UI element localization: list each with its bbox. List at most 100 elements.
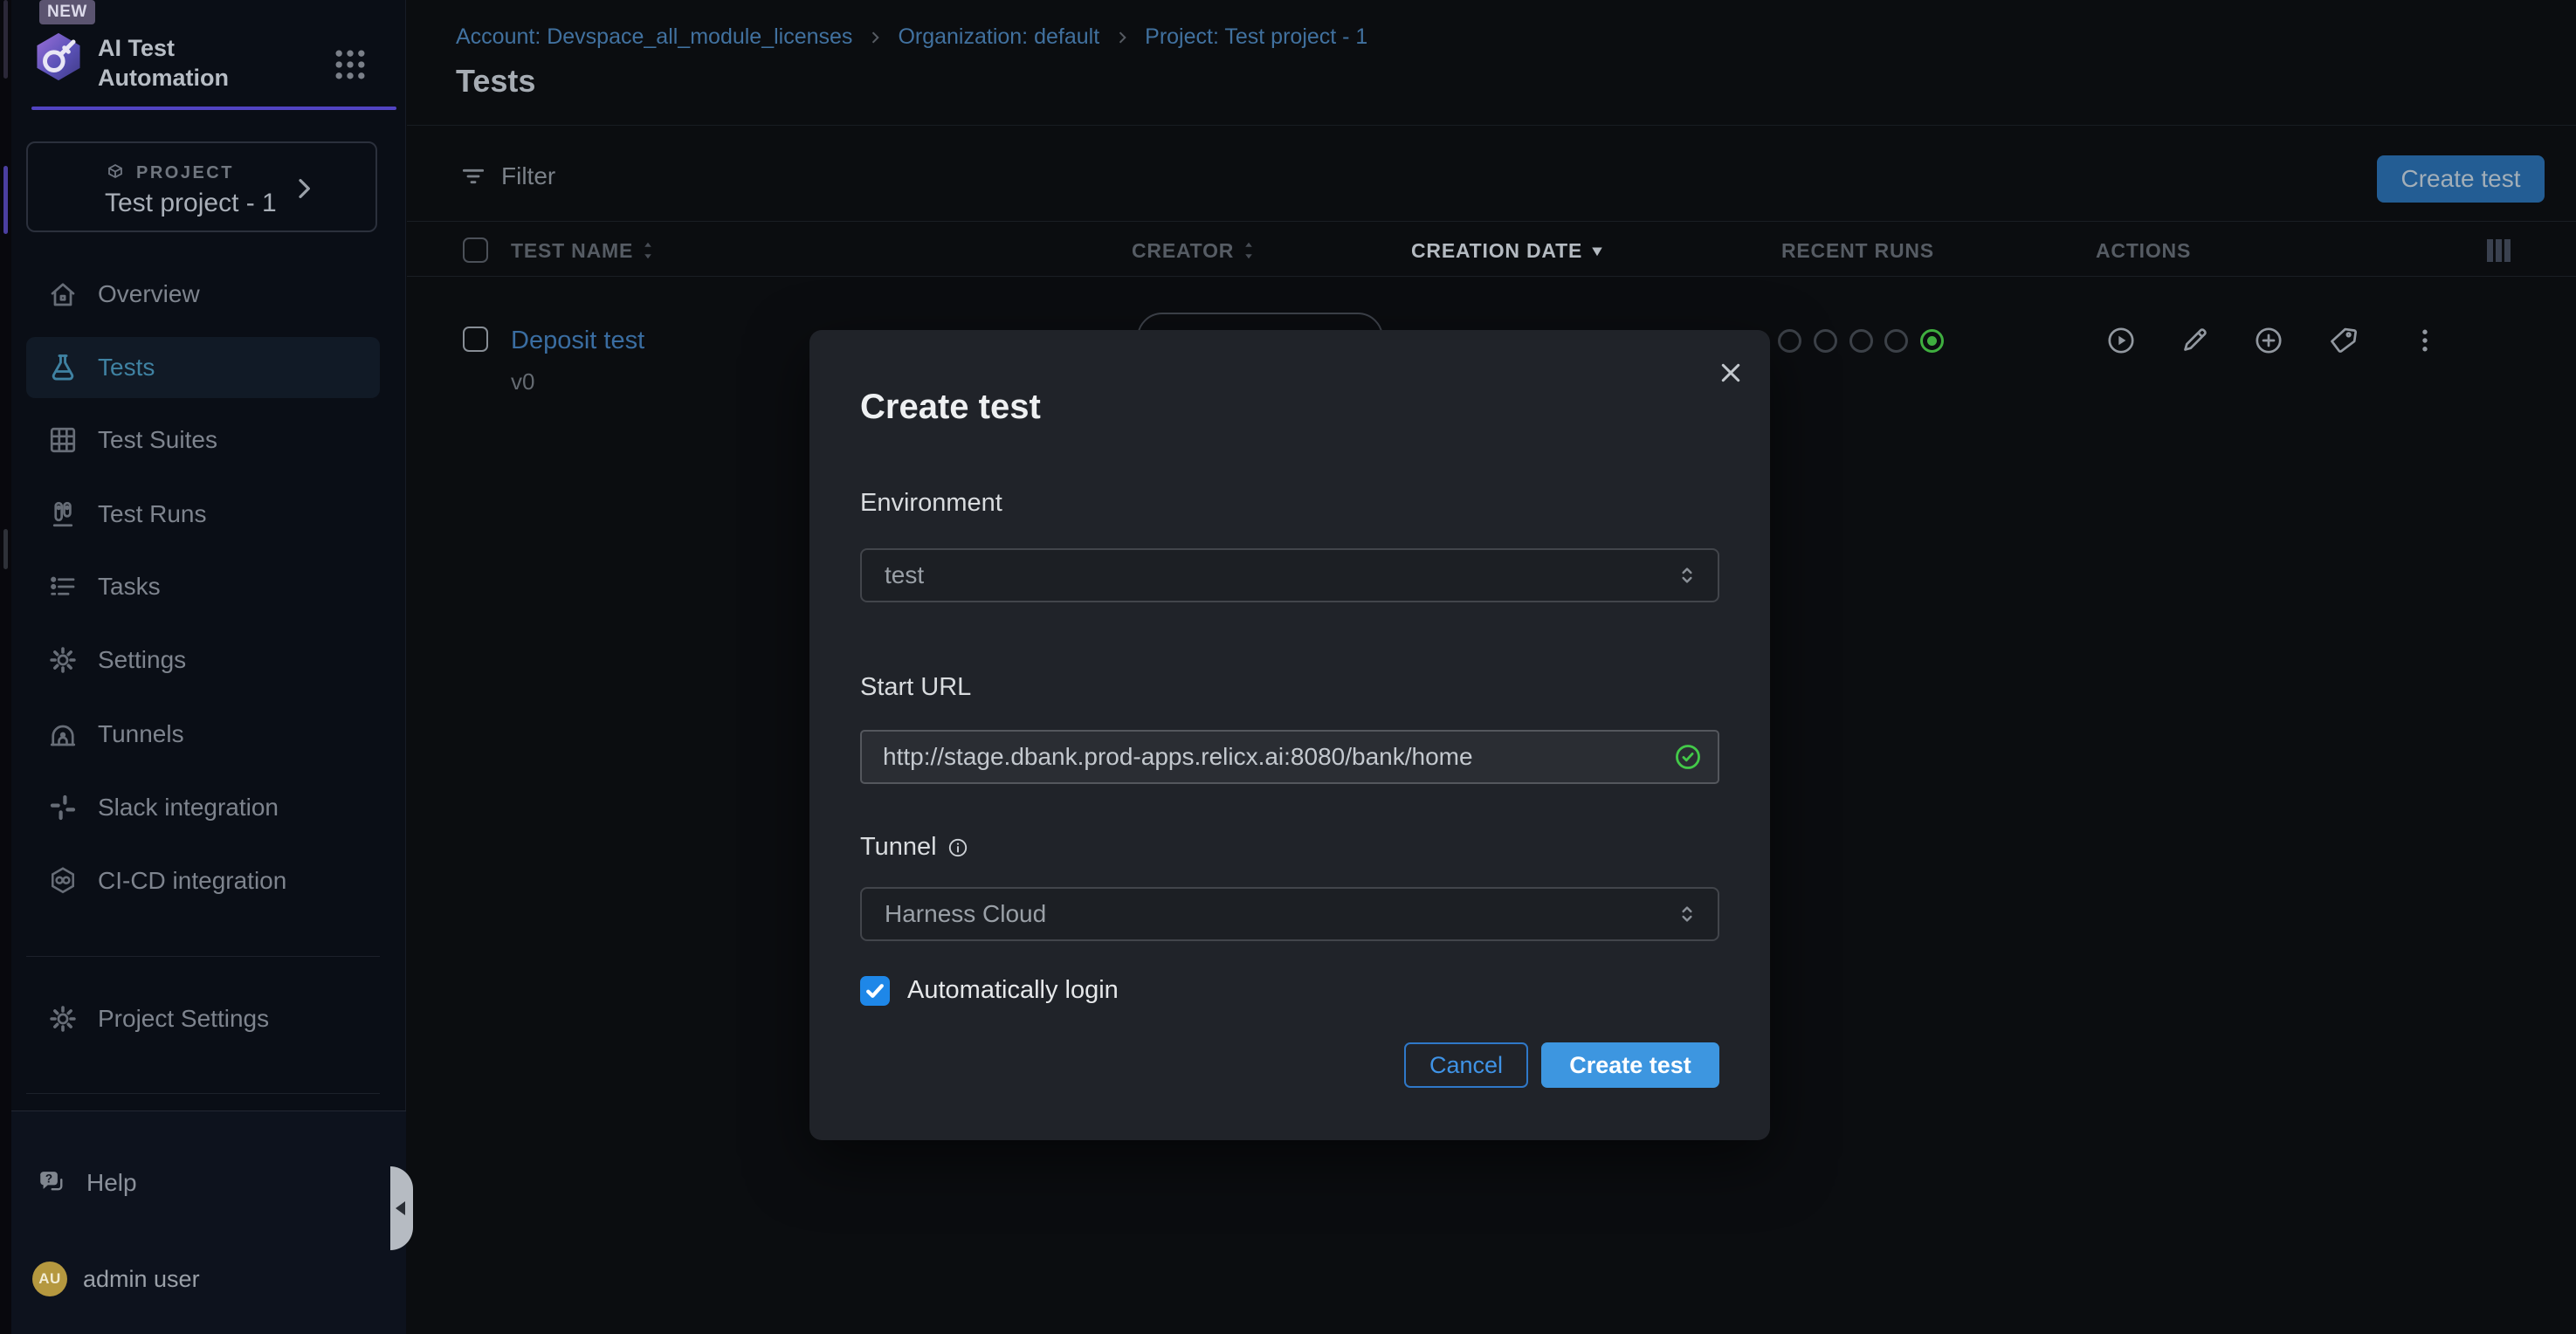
select-all-checkbox[interactable] bbox=[463, 237, 488, 263]
tag-icon[interactable] bbox=[2327, 325, 2359, 356]
tunnel-value: Harness Cloud bbox=[885, 900, 1046, 928]
table-divider bbox=[407, 221, 2576, 222]
test-version: v0 bbox=[511, 368, 534, 395]
sidebar-collapse-handle[interactable] bbox=[390, 1166, 413, 1250]
test-name-link[interactable]: Deposit test bbox=[511, 327, 644, 355]
select-chevrons-icon bbox=[1674, 901, 1700, 927]
modal-create-test-button[interactable]: Create test bbox=[1541, 1042, 1719, 1088]
help-button[interactable]: ? Help bbox=[15, 1152, 368, 1214]
brand-accent-line bbox=[31, 107, 396, 110]
sidebar-footer: ? Help AU admin user bbox=[11, 1111, 406, 1334]
close-icon[interactable] bbox=[1714, 356, 1747, 389]
breadcrumb-account[interactable]: Account: Devspace_all_module_licenses bbox=[456, 24, 852, 50]
avatar: AU bbox=[32, 1262, 67, 1296]
filter-label: Filter bbox=[501, 162, 555, 190]
info-icon[interactable] bbox=[947, 837, 968, 858]
column-header-test-name[interactable]: TEST NAME bbox=[511, 237, 656, 264]
environment-label: Environment bbox=[860, 489, 1002, 518]
more-options-kebab-icon[interactable] bbox=[2409, 325, 2441, 356]
sidebar-item-label: Project Settings bbox=[98, 1005, 269, 1033]
page-title: Tests bbox=[456, 63, 535, 100]
edit-pencil-icon[interactable] bbox=[2179, 325, 2210, 356]
project-cube-icon bbox=[105, 162, 126, 183]
task-list-icon bbox=[47, 571, 79, 602]
chevron-right-icon bbox=[1113, 29, 1131, 46]
test-runs-icon bbox=[47, 499, 79, 530]
start-url-input[interactable]: http://stage.dbank.prod-apps.relicx.ai:8… bbox=[860, 730, 1719, 784]
sidebar-item-project-settings[interactable]: Project Settings bbox=[26, 988, 380, 1049]
help-label: Help bbox=[86, 1169, 137, 1197]
sidebar-item-label: Tests bbox=[98, 354, 155, 382]
user-name: admin user bbox=[83, 1266, 200, 1293]
sidebar-item-label: Test Suites bbox=[98, 426, 217, 454]
column-header-recent-runs: RECENT RUNS bbox=[1781, 237, 1934, 264]
checkmark-icon bbox=[860, 976, 890, 1006]
breadcrumb-organization[interactable]: Organization: default bbox=[898, 24, 1099, 50]
sidebar-item-cicd-integration[interactable]: CI-CD integration bbox=[26, 850, 380, 911]
environment-value: test bbox=[885, 561, 924, 589]
sidebar-item-test-runs[interactable]: Test Runs bbox=[26, 484, 380, 545]
column-header-creation-date[interactable]: CREATION DATE bbox=[1411, 237, 1605, 264]
header-divider bbox=[407, 125, 2576, 126]
sidebar-item-label: Tasks bbox=[98, 573, 161, 601]
apps-grid-icon[interactable] bbox=[331, 45, 369, 84]
sidebar-divider bbox=[26, 956, 380, 957]
recent-run-dot[interactable] bbox=[1814, 329, 1837, 353]
user-menu[interactable]: AU admin user bbox=[15, 1248, 368, 1310]
sort-desc-icon bbox=[1589, 244, 1605, 258]
recent-run-dot[interactable] bbox=[1849, 329, 1873, 353]
sidebar-item-tests[interactable]: Tests bbox=[26, 337, 380, 398]
create-test-modal: Create test Environment test Start URL h… bbox=[809, 330, 1770, 1140]
gear-icon bbox=[47, 644, 79, 676]
run-test-icon[interactable] bbox=[2105, 325, 2137, 356]
recent-run-dot[interactable] bbox=[1778, 329, 1801, 353]
sidebar-item-label: CI-CD integration bbox=[98, 867, 286, 895]
environment-select[interactable]: test bbox=[860, 548, 1719, 602]
chevron-right-icon bbox=[290, 175, 318, 203]
tunnel-label: Tunnel bbox=[860, 833, 968, 862]
sort-arrows-icon bbox=[640, 241, 656, 260]
row-checkbox[interactable] bbox=[463, 327, 488, 352]
filter-button[interactable]: Filter bbox=[459, 162, 555, 190]
project-card-name: Test project - 1 bbox=[105, 189, 277, 218]
breadcrumb-project[interactable]: Project: Test project - 1 bbox=[1145, 24, 1367, 50]
sidebar-item-label: Tunnels bbox=[98, 720, 184, 748]
sidebar-item-tasks[interactable]: Tasks bbox=[26, 556, 380, 617]
app-logo-icon[interactable] bbox=[31, 28, 86, 86]
breadcrumb: Account: Devspace_all_module_licenses Or… bbox=[456, 24, 1367, 50]
sidebar: NEW AI Test Automation bbox=[11, 0, 406, 1334]
sidebar-item-label: Settings bbox=[98, 646, 186, 674]
new-badge: NEW bbox=[39, 0, 95, 24]
sidebar-item-slack-integration[interactable]: Slack integration bbox=[26, 777, 380, 838]
recent-run-dot-passed[interactable] bbox=[1920, 329, 1944, 353]
start-url-label: Start URL bbox=[860, 673, 971, 702]
add-plus-circle-icon[interactable] bbox=[2253, 325, 2284, 356]
sidebar-item-tunnels[interactable]: Tunnels bbox=[26, 704, 380, 765]
column-header-creator[interactable]: CREATOR bbox=[1132, 237, 1257, 264]
project-selector[interactable]: PROJECT Test project - 1 bbox=[26, 141, 377, 232]
recent-run-dot[interactable] bbox=[1884, 329, 1908, 353]
valid-check-icon bbox=[1674, 743, 1702, 771]
tunnel-select[interactable]: Harness Cloud bbox=[860, 887, 1719, 941]
start-url-value: http://stage.dbank.prod-apps.relicx.ai:8… bbox=[883, 743, 1473, 771]
column-settings-icon[interactable] bbox=[2487, 239, 2511, 262]
app-title: AI Test Automation bbox=[98, 33, 229, 93]
left-module-rail bbox=[0, 0, 11, 1334]
cancel-button[interactable]: Cancel bbox=[1404, 1042, 1528, 1088]
chevron-right-icon bbox=[866, 29, 884, 46]
flask-icon bbox=[47, 352, 79, 383]
create-test-button[interactable]: Create test bbox=[2377, 155, 2545, 203]
table-divider bbox=[407, 276, 2576, 277]
sidebar-item-overview[interactable]: Overview bbox=[26, 264, 380, 325]
svg-text:?: ? bbox=[45, 1172, 52, 1185]
tunnel-icon bbox=[47, 719, 79, 750]
sidebar-divider bbox=[26, 1093, 380, 1094]
sidebar-item-test-suites[interactable]: Test Suites bbox=[26, 409, 380, 471]
sidebar-item-settings[interactable]: Settings bbox=[26, 629, 380, 691]
sort-arrows-icon bbox=[1241, 241, 1257, 260]
project-card-label: PROJECT bbox=[136, 163, 234, 183]
auto-login-checkbox[interactable] bbox=[860, 976, 890, 1006]
sidebar-item-label: Slack integration bbox=[98, 794, 279, 822]
column-header-actions: ACTIONS bbox=[2096, 237, 2191, 264]
auto-login-label: Automatically login bbox=[907, 976, 1119, 1005]
